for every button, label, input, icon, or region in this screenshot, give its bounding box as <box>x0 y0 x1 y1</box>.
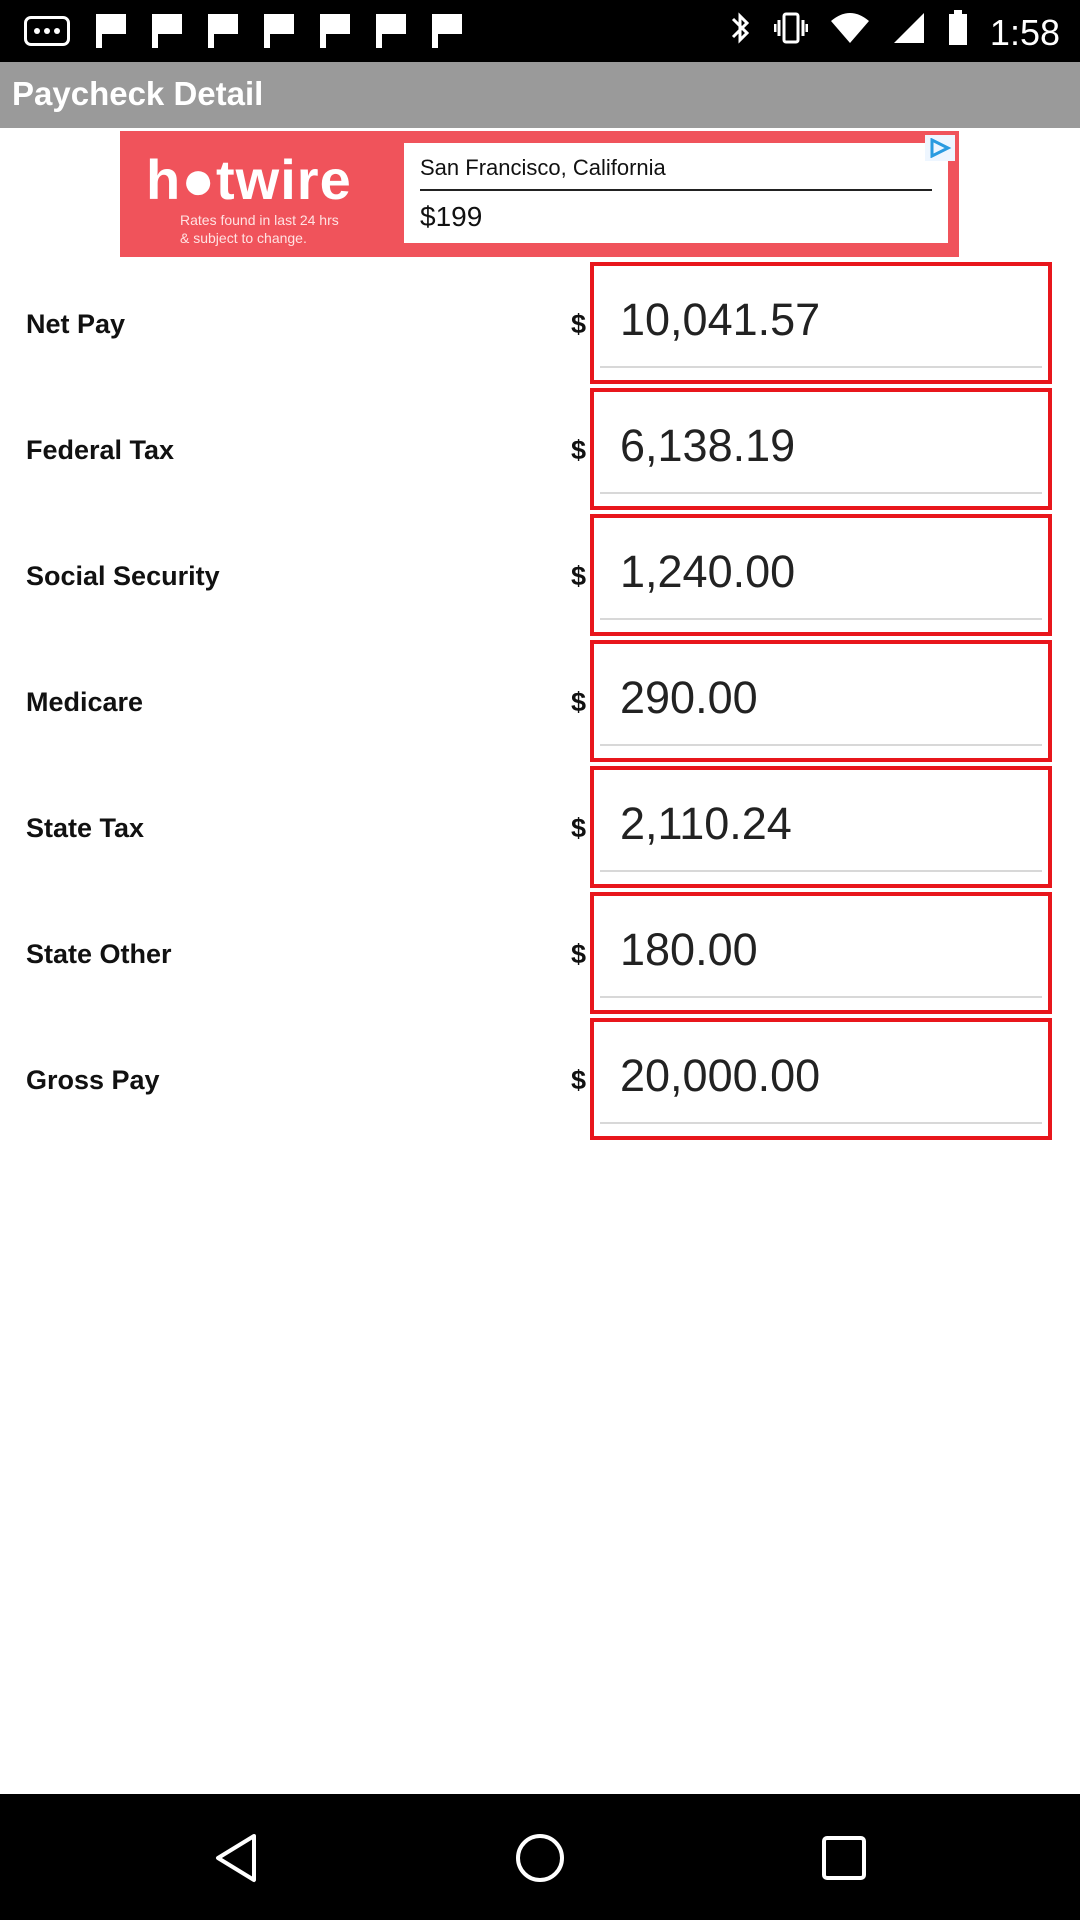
recent-apps-icon[interactable] <box>818 1832 870 1884</box>
row-federal-tax: Federal Tax $ 6,138.19 <box>0 388 1080 514</box>
row-label: Gross Pay <box>26 1065 160 1095</box>
field-underline <box>600 618 1042 620</box>
row-value: 1,240.00 <box>620 546 796 597</box>
row-medicare: Medicare $ 290.00 <box>0 640 1080 766</box>
row-value: 6,138.19 <box>620 420 796 471</box>
field-underline <box>600 1122 1042 1124</box>
status-time: 1:58 <box>989 11 1060 53</box>
app-bar: Paycheck Detail <box>0 62 1080 128</box>
page-title: Paycheck Detail <box>12 75 264 112</box>
row-value: 10,041.57 <box>620 294 821 345</box>
medicare-field[interactable]: 290.00 <box>590 640 1052 762</box>
flag-icon <box>376 14 406 48</box>
row-label: Net Pay <box>26 309 126 339</box>
field-underline <box>600 492 1042 494</box>
back-icon[interactable] <box>210 1832 262 1884</box>
flag-icon <box>208 14 238 48</box>
home-icon[interactable] <box>514 1832 566 1884</box>
ad-divider <box>420 189 932 191</box>
field-underline <box>600 996 1042 998</box>
currency-symbol: $ <box>571 813 587 843</box>
row-social-security: Social Security $ 1,240.00 <box>0 514 1080 640</box>
system-nav-bar <box>0 1794 1080 1920</box>
row-label: State Other <box>26 939 172 969</box>
signal-icon <box>892 11 926 54</box>
field-underline <box>600 366 1042 368</box>
system-icons: 1:58 <box>730 10 1060 55</box>
battery-icon <box>948 10 968 55</box>
gross-pay-field[interactable]: 20,000.00 <box>590 1018 1052 1140</box>
currency-symbol: $ <box>571 939 587 969</box>
federal-tax-field[interactable]: 6,138.19 <box>590 388 1052 510</box>
row-value: 20,000.00 <box>620 1050 821 1101</box>
more-notifications-icon <box>24 16 70 46</box>
flag-icon <box>432 14 462 48</box>
social-security-field[interactable]: 1,240.00 <box>590 514 1052 636</box>
field-underline <box>600 744 1042 746</box>
row-label: Social Security <box>26 561 220 591</box>
ad-city: San Francisco, California <box>420 155 666 180</box>
currency-symbol: $ <box>571 309 587 339</box>
ad-banner[interactable]: h●twire Rates found in last 24 hrs & sub… <box>120 131 959 257</box>
row-value: 2,110.24 <box>620 798 792 849</box>
currency-symbol: $ <box>571 687 587 717</box>
row-net-pay: Net Pay $ 10,041.57 <box>0 262 1080 388</box>
status-bar: 1:58 <box>0 0 1080 62</box>
vibrate-icon <box>773 10 809 55</box>
row-state-tax: State Tax $ 2,110.24 <box>0 766 1080 892</box>
ad-choices-icon[interactable] <box>925 135 955 161</box>
notification-icons <box>24 14 462 48</box>
ad-brand-logo: h●twire <box>146 148 352 211</box>
flag-icon <box>152 14 182 48</box>
flag-icon <box>96 14 126 48</box>
state-other-field[interactable]: 180.00 <box>590 892 1052 1014</box>
row-label: Medicare <box>26 687 144 717</box>
wifi-icon <box>830 11 870 54</box>
net-pay-field[interactable]: 10,041.57 <box>590 262 1052 384</box>
flag-icon <box>264 14 294 48</box>
currency-symbol: $ <box>571 1065 587 1095</box>
paycheck-detail-list: Net Pay $ 10,041.57 Federal Tax $ 6,138.… <box>0 262 1080 1144</box>
row-gross-pay: Gross Pay $ 20,000.00 <box>0 1018 1080 1144</box>
currency-symbol: $ <box>571 435 587 465</box>
flag-icon <box>320 14 350 48</box>
row-label: Federal Tax <box>26 435 175 465</box>
ad-disclaimer: Rates found in last 24 hrs & subject to … <box>180 212 339 246</box>
row-label: State Tax <box>26 813 145 843</box>
field-underline <box>600 870 1042 872</box>
row-value: 180.00 <box>620 924 758 975</box>
row-value: 290.00 <box>620 672 758 723</box>
state-tax-field[interactable]: 2,110.24 <box>590 766 1052 888</box>
ad-price: $199 <box>420 201 483 232</box>
bluetooth-icon <box>730 10 752 55</box>
ad-offer-panel[interactable]: San Francisco, California $199 <box>404 143 948 243</box>
row-state-other: State Other $ 180.00 <box>0 892 1080 1018</box>
currency-symbol: $ <box>571 561 587 591</box>
